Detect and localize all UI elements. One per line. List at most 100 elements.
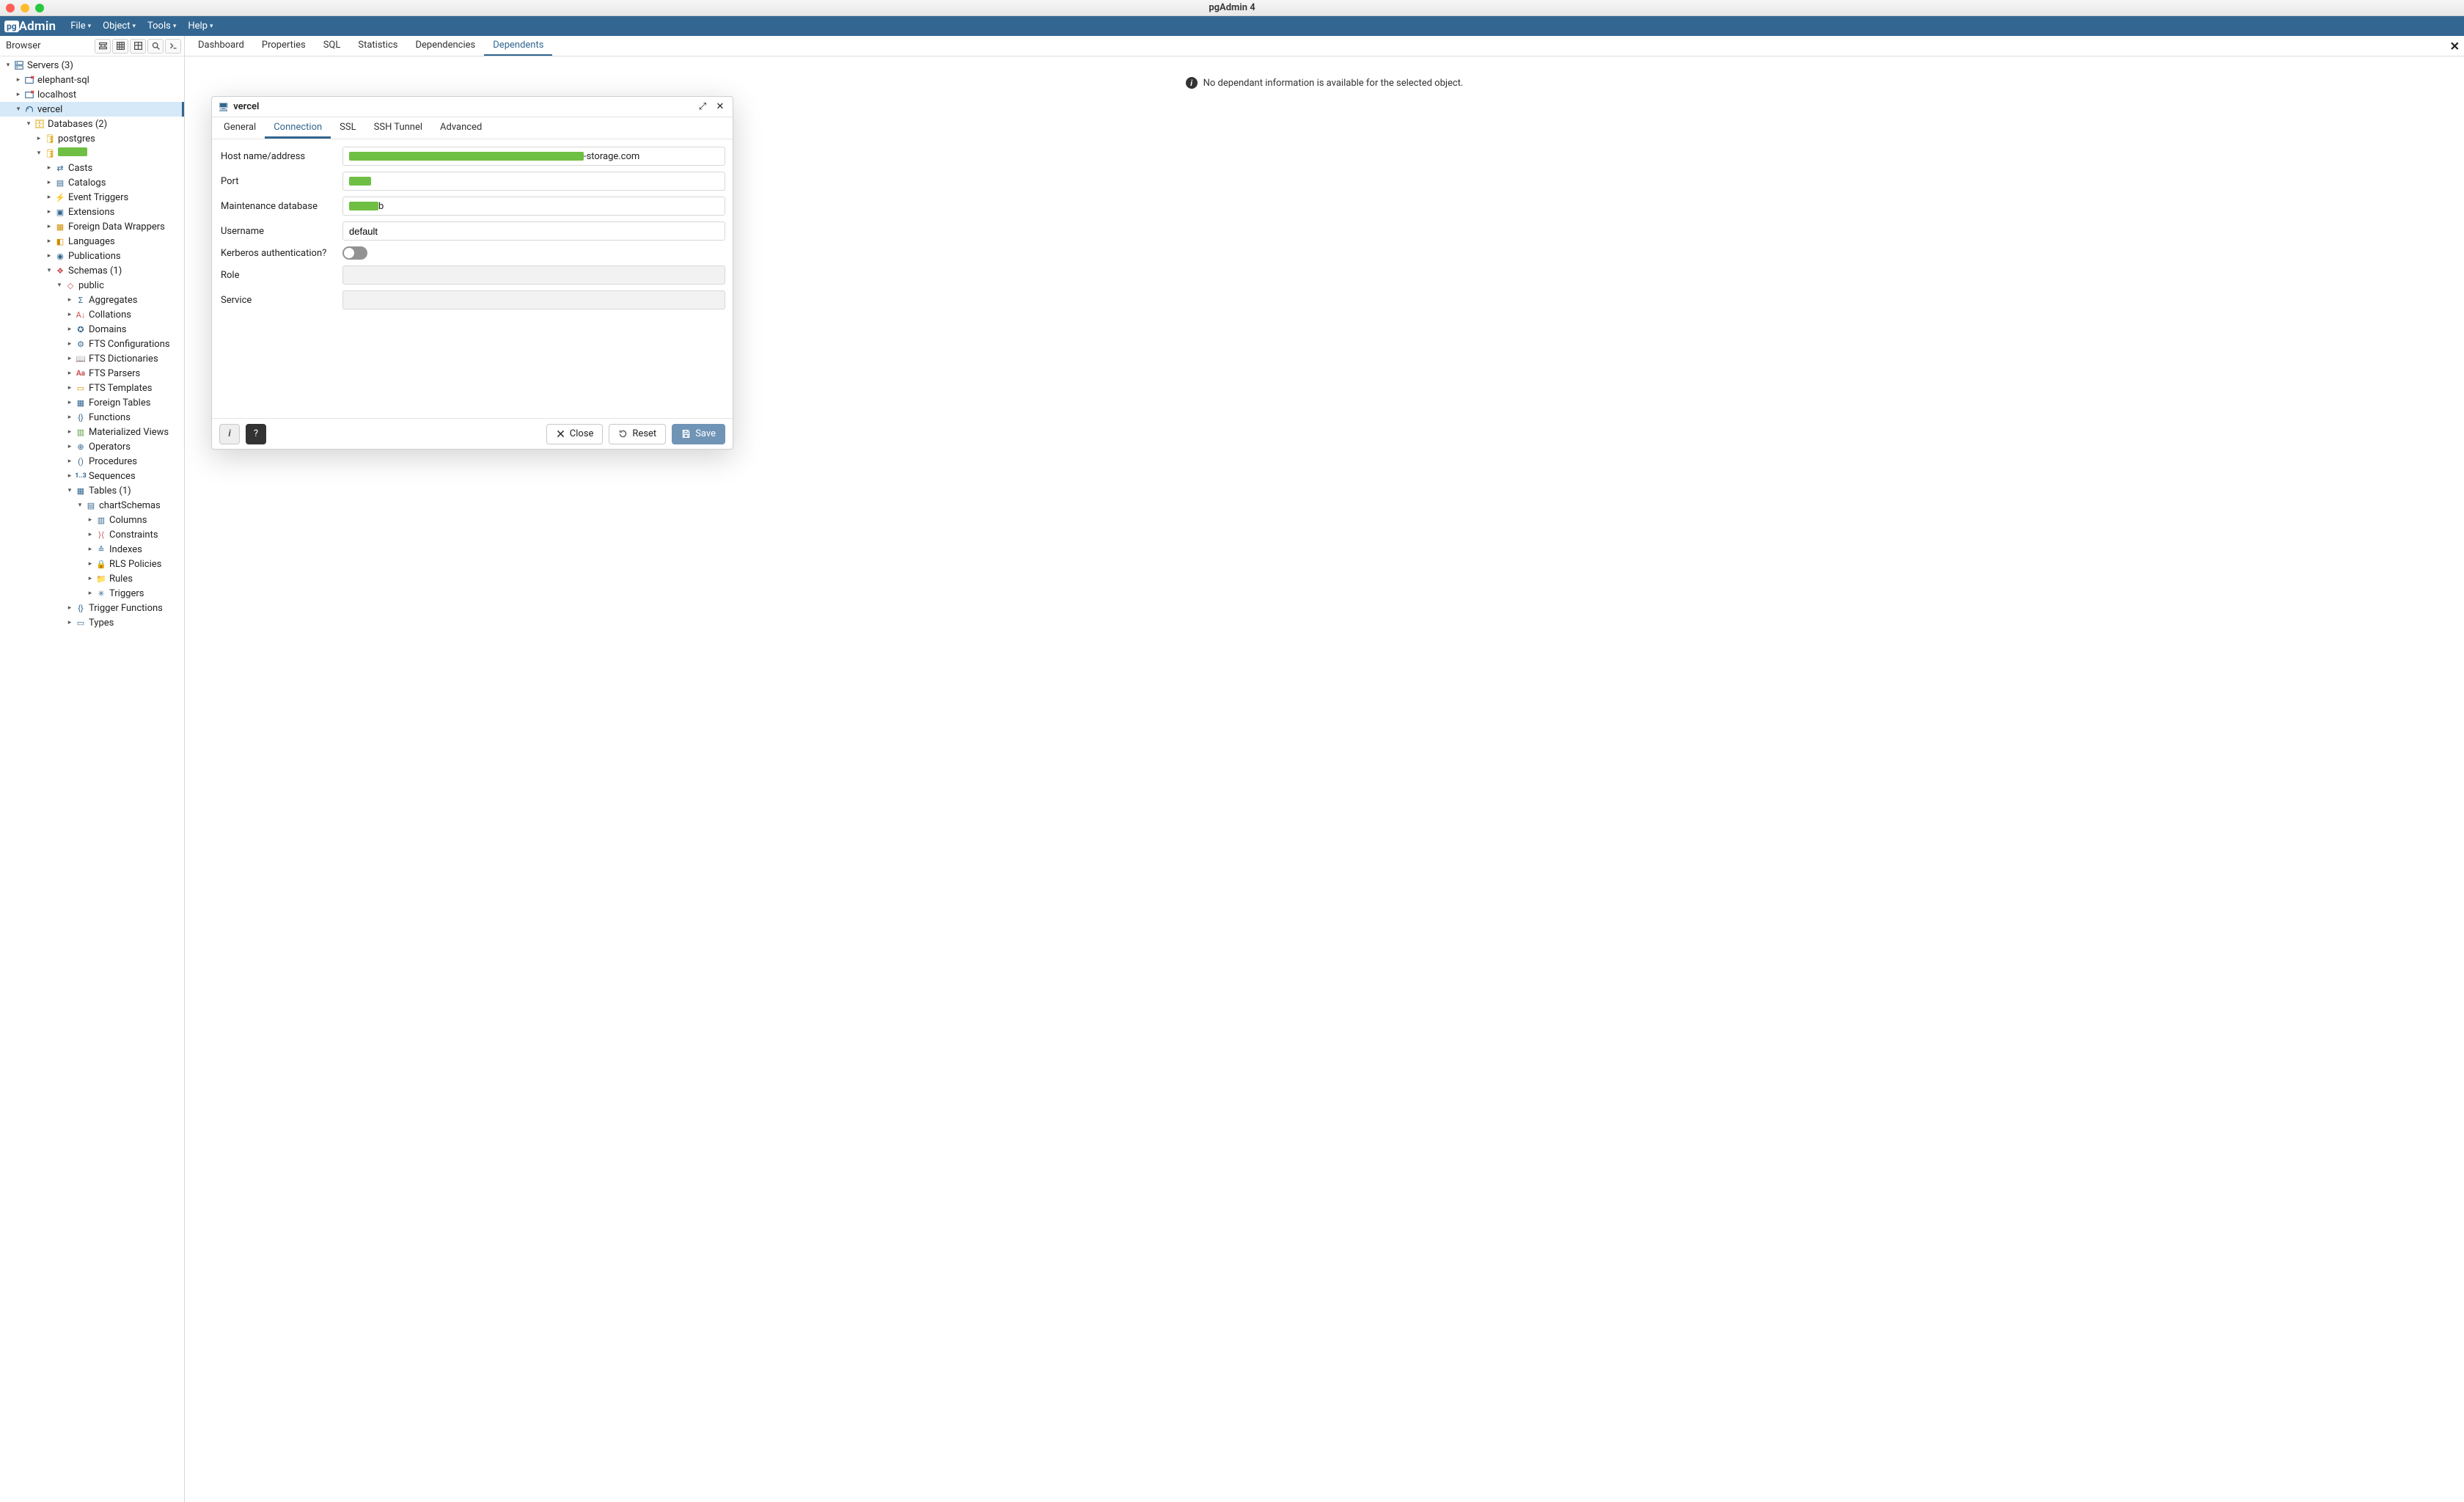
- tree-db-verceldb[interactable]: ▾🛢: [0, 146, 184, 161]
- reset-button[interactable]: Reset: [609, 424, 666, 444]
- tree-node-fts-parsers[interactable]: ▸AaFTS Parsers: [0, 366, 184, 381]
- chevron-down-icon: ▾: [34, 150, 44, 157]
- tree-tables[interactable]: ▾▦Tables (1): [0, 483, 184, 498]
- main-tab-dependents[interactable]: Dependents: [484, 36, 552, 56]
- tree-node-extensions[interactable]: ▸▣Extensions: [0, 205, 184, 219]
- tree-schemas[interactable]: ▾❖Schemas (1): [0, 263, 184, 278]
- tree-node-indexes[interactable]: ▸≙Indexes: [0, 542, 184, 557]
- tree-node-constraints[interactable]: ▸⟩⟨Constraints: [0, 527, 184, 542]
- field-host: Host name/address -storage.com: [219, 147, 725, 166]
- tree-table-chartschemas[interactable]: ▾▤chartSchemas: [0, 498, 184, 513]
- tree-servers[interactable]: ▾Servers (3): [0, 58, 184, 73]
- tree-types[interactable]: ▸▭Types: [0, 615, 184, 630]
- dialog-tab-ssh-tunnel[interactable]: SSH Tunnel: [365, 117, 431, 139]
- tree-server-elephant[interactable]: ▸elephant-sql: [0, 73, 184, 87]
- tree-server-vercel[interactable]: ▾vercel: [0, 102, 184, 117]
- catalogs-icon: ▤: [54, 177, 66, 188]
- role-label: Role: [219, 270, 342, 281]
- tree-item-label: Databases (2): [48, 119, 107, 130]
- port-input[interactable]: [342, 172, 725, 191]
- empty-state-text: No dependant information is available fo…: [1203, 78, 1464, 89]
- tree-node-catalogs[interactable]: ▸▤Catalogs: [0, 175, 184, 190]
- chevron-down-icon: ▾: [54, 282, 65, 289]
- close-button[interactable]: Close: [546, 424, 604, 444]
- main-tab-dependencies[interactable]: Dependencies: [406, 36, 484, 56]
- tree-db-postgres[interactable]: ▸🛢postgres: [0, 131, 184, 146]
- server-icon: 🖥: [218, 102, 229, 112]
- service-input[interactable]: [342, 290, 725, 309]
- sequences-icon: 1..3: [75, 471, 87, 481]
- main-tab-statistics[interactable]: Statistics: [349, 36, 406, 56]
- tree-node-collations[interactable]: ▸A↓Collations: [0, 307, 184, 322]
- sql-info-button[interactable]: i: [219, 424, 240, 444]
- tree-node-languages[interactable]: ▸◧Languages: [0, 234, 184, 249]
- tab-close-button[interactable]: ✕: [2450, 39, 2460, 53]
- window-close-button[interactable]: [6, 4, 15, 12]
- tree-node-rules[interactable]: ▸📁Rules: [0, 571, 184, 586]
- filtered-rows-button[interactable]: [130, 39, 146, 54]
- materialized-views-icon: ▥: [75, 427, 87, 437]
- save-button[interactable]: Save: [672, 424, 725, 444]
- tree-server-localhost[interactable]: ▸localhost: [0, 87, 184, 102]
- chevron-down-icon: ▾: [23, 120, 34, 128]
- tree-node-domains[interactable]: ▸✪Domains: [0, 322, 184, 337]
- redacted-text: [349, 202, 378, 210]
- dialog-close-button[interactable]: ✕: [714, 101, 727, 112]
- tree-node-sequences[interactable]: ▸1..3Sequences: [0, 469, 184, 483]
- tree-node-event-triggers[interactable]: ▸⚡Event Triggers: [0, 190, 184, 205]
- window-maximize-button[interactable]: [35, 4, 44, 12]
- tree-node-materialized-views[interactable]: ▸▥Materialized Views: [0, 425, 184, 439]
- triggers-icon: ✳: [95, 588, 107, 598]
- dialog-tab-connection[interactable]: Connection: [265, 117, 331, 139]
- server-icon: [23, 89, 35, 100]
- menu-help[interactable]: Help▾: [182, 16, 219, 36]
- chevron-right-icon: ▸: [65, 384, 75, 392]
- help-button[interactable]: ?: [246, 424, 266, 444]
- tree-node-fts-configurations[interactable]: ▸⚙FTS Configurations: [0, 337, 184, 351]
- dialog-expand-button[interactable]: ⤢: [696, 101, 709, 112]
- tree-schema-public[interactable]: ▾◇public: [0, 278, 184, 293]
- username-input[interactable]: [342, 221, 725, 241]
- psql-tool-button[interactable]: [165, 39, 181, 54]
- tree-node-fts-dictionaries[interactable]: ▸📖FTS Dictionaries: [0, 351, 184, 366]
- tree-node-functions[interactable]: ▸{}Functions: [0, 410, 184, 425]
- tree-databases[interactable]: ▾🗄Databases (2): [0, 117, 184, 131]
- dialog-tab-ssl[interactable]: SSL: [331, 117, 364, 139]
- window-minimize-button[interactable]: [21, 4, 29, 12]
- tree-node-columns[interactable]: ▸▥Columns: [0, 513, 184, 527]
- tree-node-publications[interactable]: ▸◉Publications: [0, 249, 184, 263]
- chevron-right-icon: ▸: [44, 238, 54, 245]
- menu-file-label: File: [70, 21, 85, 32]
- tree-node-casts[interactable]: ▸⇄Casts: [0, 161, 184, 175]
- view-data-button[interactable]: [112, 39, 128, 54]
- search-objects-button[interactable]: [147, 39, 164, 54]
- publications-icon: ◉: [54, 251, 66, 261]
- tree-node-aggregates[interactable]: ▸ΣAggregates: [0, 293, 184, 307]
- menu-object-label: Object: [103, 21, 130, 32]
- menu-tools[interactable]: Tools▾: [142, 16, 182, 36]
- main-tab-properties[interactable]: Properties: [253, 36, 315, 56]
- object-tree[interactable]: ▾Servers (3)▸elephant-sql▸localhost▾verc…: [0, 56, 184, 1502]
- maintenance-db-input[interactable]: b: [342, 197, 725, 216]
- tree-node-triggers[interactable]: ▸✳Triggers: [0, 586, 184, 601]
- menu-file[interactable]: File▾: [65, 16, 97, 36]
- main-tab-sql[interactable]: SQL: [315, 36, 350, 56]
- main-tab-dashboard[interactable]: Dashboard: [189, 36, 253, 56]
- chevron-right-icon: ▸: [65, 399, 75, 406]
- tree-node-procedures[interactable]: ▸()Procedures: [0, 454, 184, 469]
- tree-node-foreign-tables[interactable]: ▸▦Foreign Tables: [0, 395, 184, 410]
- tree-node-foreign-data-wrappers[interactable]: ▸▦Foreign Data Wrappers: [0, 219, 184, 234]
- dialog-tab-advanced[interactable]: Advanced: [431, 117, 491, 139]
- dialog-tab-general[interactable]: General: [215, 117, 265, 139]
- menu-object[interactable]: Object▾: [97, 16, 142, 36]
- host-input[interactable]: -storage.com: [342, 147, 725, 166]
- kerberos-toggle[interactable]: [342, 246, 367, 260]
- event-triggers-icon: ⚡: [54, 192, 66, 202]
- tree-node-operators[interactable]: ▸⊕Operators: [0, 439, 184, 454]
- tree-item-label: Trigger Functions: [89, 603, 163, 614]
- tree-node-fts-templates[interactable]: ▸▭FTS Templates: [0, 381, 184, 395]
- tree-trigger-functions[interactable]: ▸{}Trigger Functions: [0, 601, 184, 615]
- query-tool-button[interactable]: [95, 39, 111, 54]
- tree-node-rls-policies[interactable]: ▸🔒RLS Policies: [0, 557, 184, 571]
- role-input[interactable]: [342, 265, 725, 285]
